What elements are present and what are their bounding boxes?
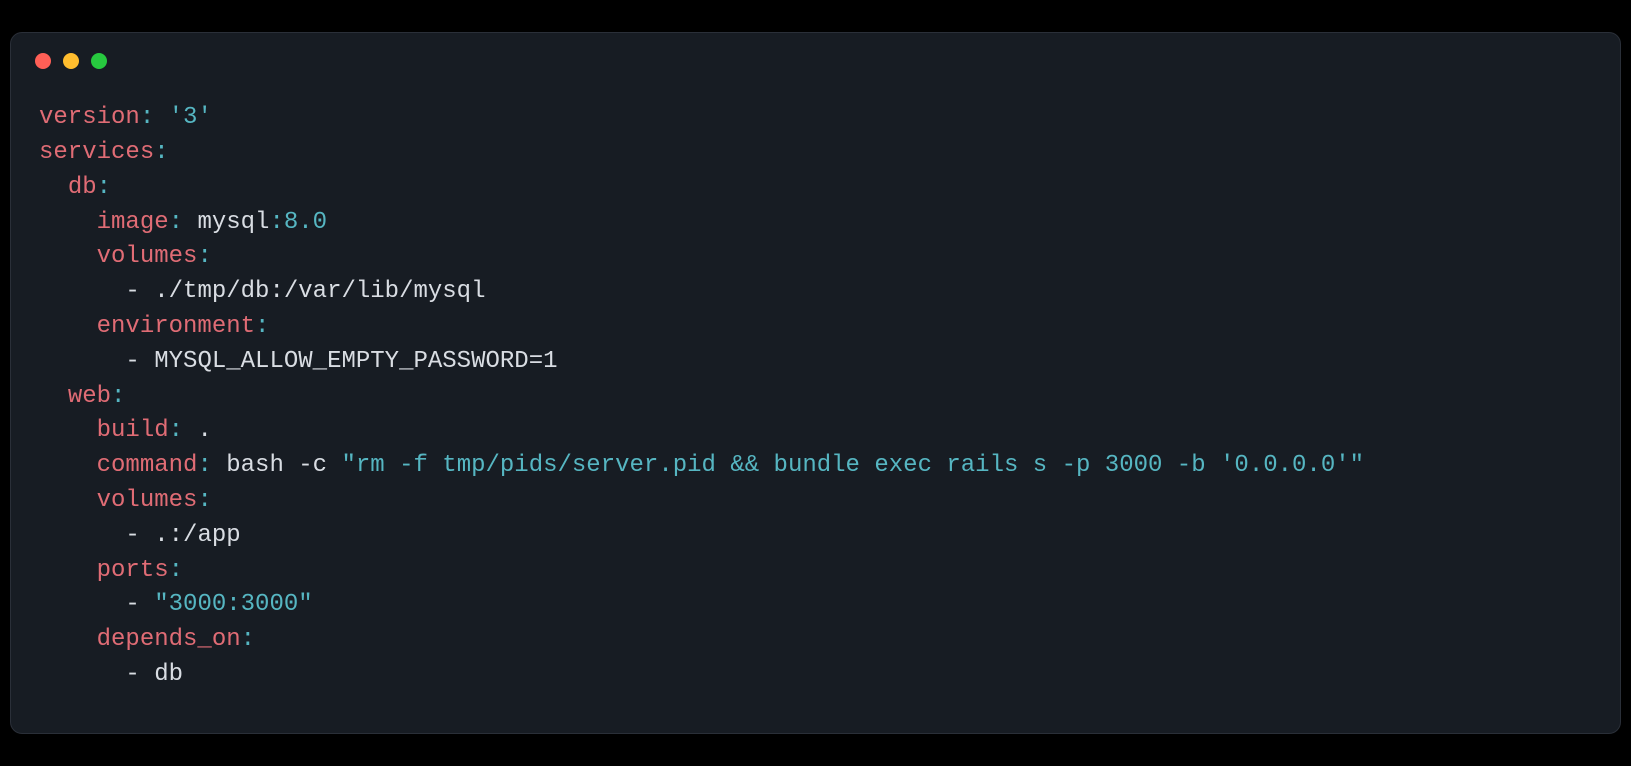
close-icon[interactable]: [35, 53, 51, 69]
yaml-value: MYSQL_ALLOW_EMPTY_PASSWORD=1: [154, 348, 557, 375]
code-block: version: '3' services: db: image: mysql:…: [11, 77, 1620, 733]
yaml-key: depends_on: [97, 626, 241, 653]
yaml-value: '3': [169, 104, 212, 131]
yaml-key: build: [97, 417, 169, 444]
yaml-value: ./tmp/db:/var/lib/mysql: [154, 278, 485, 305]
minimize-icon[interactable]: [63, 53, 79, 69]
yaml-key: image: [97, 209, 169, 236]
yaml-value: mysql: [197, 209, 269, 236]
yaml-key: services: [39, 139, 154, 166]
window-titlebar: [11, 33, 1620, 77]
yaml-value: 8.0: [284, 209, 327, 236]
code-window: version: '3' services: db: image: mysql:…: [10, 32, 1621, 734]
yaml-key: volumes: [97, 487, 198, 514]
yaml-value: .:/app: [154, 522, 240, 549]
yaml-value: db: [154, 661, 183, 688]
yaml-key: volumes: [97, 243, 198, 270]
yaml-value: "rm -f tmp/pids/server.pid && bundle exe…: [341, 452, 1364, 479]
yaml-key: command: [97, 452, 198, 479]
yaml-value: .: [197, 417, 211, 444]
maximize-icon[interactable]: [91, 53, 107, 69]
yaml-value: "3000:3000": [154, 591, 312, 618]
yaml-key: ports: [97, 557, 169, 584]
yaml-key: web: [68, 383, 111, 410]
yaml-key: version: [39, 104, 140, 131]
yaml-key: environment: [97, 313, 255, 340]
yaml-key: db: [68, 174, 97, 201]
